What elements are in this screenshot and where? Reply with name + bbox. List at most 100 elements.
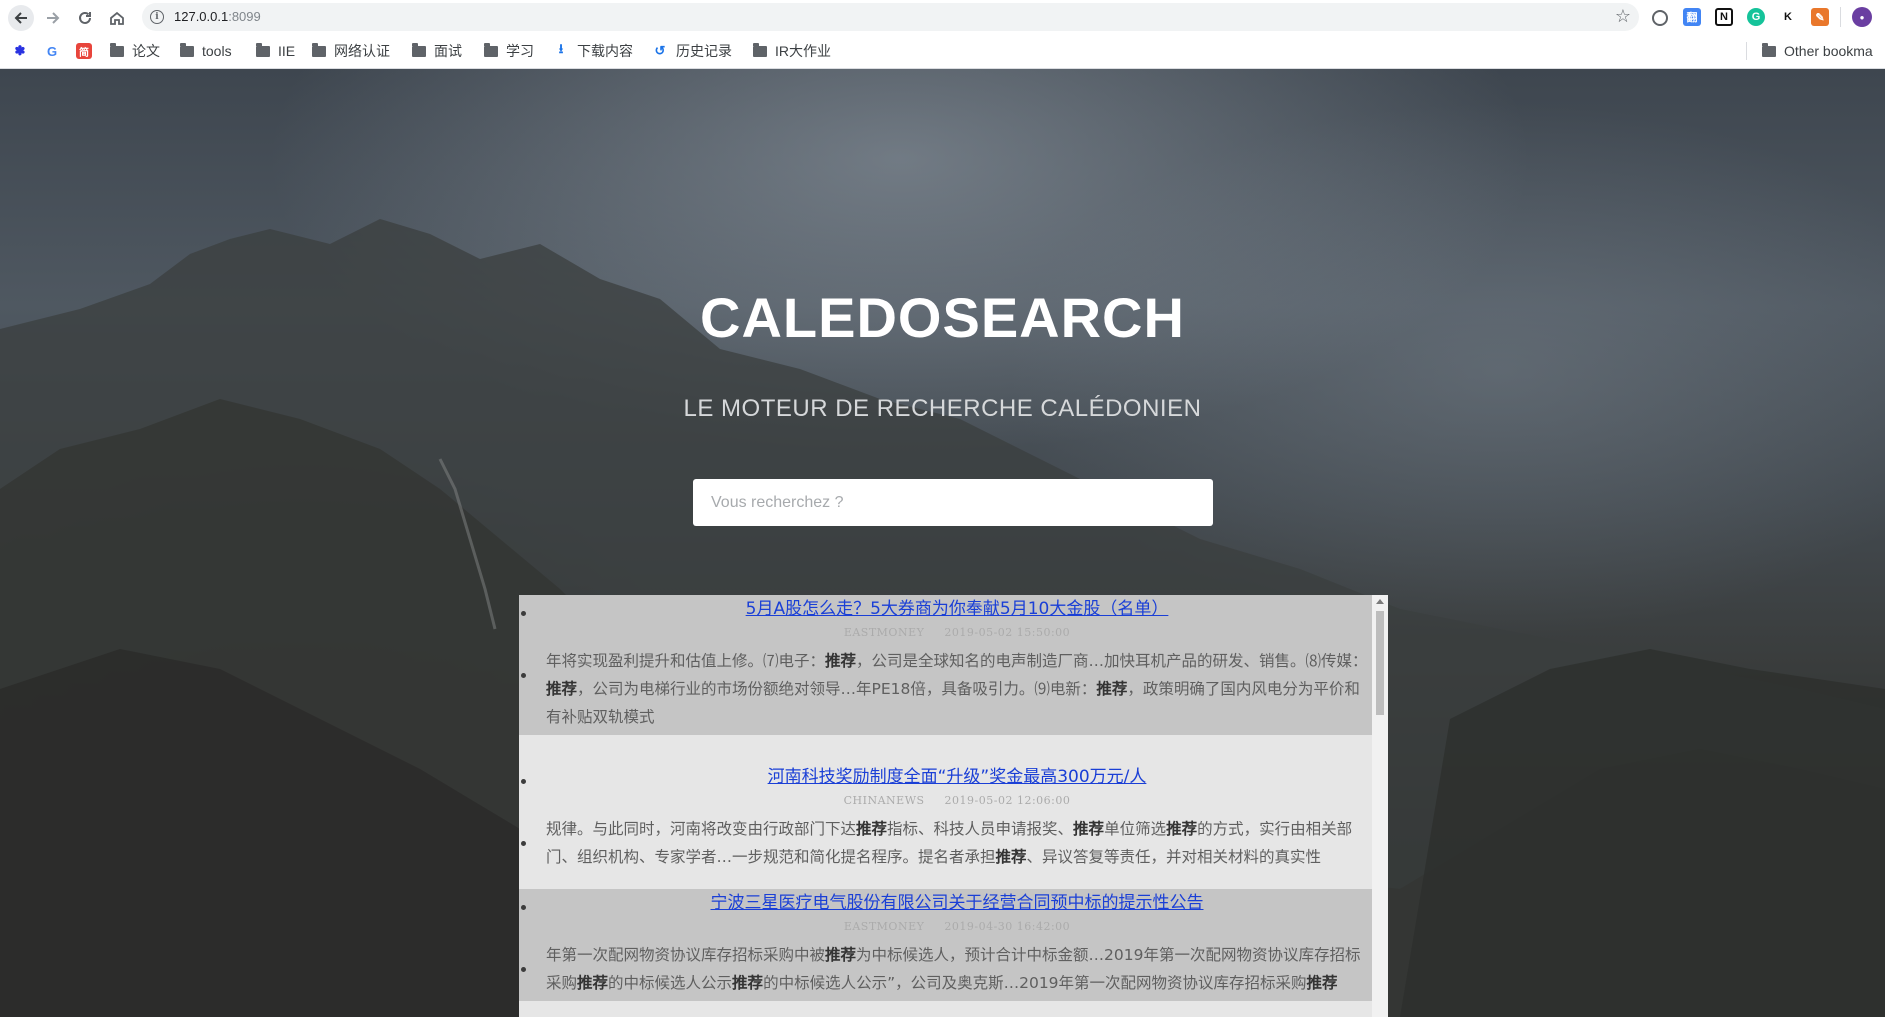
highlight-term: 推荐 — [825, 652, 857, 670]
bookmark-folder-study[interactable]: 学习 — [484, 41, 534, 61]
highlight-term: 推荐 — [1096, 680, 1128, 698]
result-date: 2019-05-02 12:06:00 — [944, 794, 1071, 807]
snippet-text: ，公司是全球知名的电声制造厂商…加快耳机产品的研发、销售。⑻传媒： — [856, 652, 1368, 670]
extension-circle-icon[interactable] — [1652, 10, 1668, 26]
toolbar-divider — [1840, 7, 1841, 27]
grammarly-extension-icon[interactable]: G — [1747, 8, 1765, 26]
bookmark-folder-network-auth[interactable]: 网络认证 — [312, 41, 390, 61]
bookmark-star-icon[interactable]: ☆ — [1615, 6, 1631, 27]
results-scrollbar[interactable] — [1372, 595, 1388, 1017]
result-title-link[interactable]: 5月A股怎么走？5大券商为你奉献5月10大金股（名单） — [546, 595, 1368, 623]
back-button[interactable] — [8, 5, 34, 31]
highlight-term: 推荐 — [577, 974, 609, 992]
bullet — [521, 611, 526, 616]
result-snippet: 年第一次配网物资协议库存招标采购中被推荐为中标候选人，预计合计中标金额…2019… — [546, 937, 1368, 1001]
bookmarks-bar: ✽ G 简 论文 tools IIE 网络认证 面试 学习 ⭳ 下载内容 ↺ 历史记… — [0, 34, 1885, 69]
search-page: CALEDOSEARCH LE MOTEUR DE RECHERCHE CALÉ… — [0, 69, 1885, 1017]
highlight-term: 推荐 — [1073, 820, 1105, 838]
highlight-term: 推荐 — [856, 820, 888, 838]
highlight-term: 推荐 — [825, 946, 857, 964]
home-button[interactable] — [104, 5, 130, 31]
k-extension-icon[interactable]: K — [1779, 8, 1797, 26]
bookmark-folder-interview[interactable]: 面试 — [412, 41, 462, 61]
result-date: 2019-04-30 16:42:00 — [944, 920, 1071, 933]
result-item: 宁波三星医疗电气股份有限公司关于经营合同预中标的提示性公告 EASTMONEY 20… — [519, 889, 1388, 1001]
site-title: CALEDOSEARCH — [700, 286, 1185, 349]
highlight-term: 推荐 — [1306, 974, 1338, 992]
bookmark-downloads[interactable]: ⭳ 下载内容 — [553, 41, 633, 61]
bookmark-folder-other[interactable]: Other bookma — [1762, 41, 1873, 61]
notion-extension-icon[interactable]: N — [1715, 8, 1733, 26]
bookmark-folder-tools[interactable]: tools — [180, 41, 232, 61]
highlight-term: 推荐 — [1166, 820, 1198, 838]
snippet-text: 指标、科技人员申请报奖、 — [887, 820, 1074, 838]
result-source: EASTMONEY — [843, 920, 925, 933]
bullet — [521, 841, 526, 846]
snippet-text: ，公司为电梯行业的市场份额绝对领导…年PE18倍，具备吸引力。⑼电新： — [577, 680, 1097, 698]
address-bar[interactable]: i 127.0.0.1:8099 ☆ — [142, 3, 1639, 31]
home-icon — [110, 11, 124, 25]
result-snippet: 规律。与此同时，河南将改变由行政部门下达推荐指标、科技人员申请报奖、推荐单位筛选… — [546, 811, 1368, 875]
search-input[interactable] — [693, 479, 1213, 526]
result-snippet: 年将实现盈利提升和估值上修。⑺电子：推荐，公司是全球知名的电声制造厂商…加快耳机… — [546, 643, 1368, 735]
profile-avatar[interactable]: ● — [1852, 7, 1872, 27]
result-title-link[interactable]: 河南科技奖励制度全面“升级”奖金最高300万元/人 — [546, 763, 1368, 791]
folder-icon — [753, 42, 767, 57]
result-source: EASTMONEY — [843, 626, 925, 639]
result-meta: EASTMONEY 2019-04-30 16:42:00 — [546, 917, 1368, 937]
snippet-text: 年第一次配网物资协议库存招标采购中被 — [546, 946, 826, 964]
arrow-right-icon — [47, 12, 60, 24]
folder-icon — [412, 42, 426, 57]
scrollbar-thumb[interactable] — [1376, 611, 1384, 715]
reload-button[interactable] — [72, 5, 98, 31]
bookmark-history[interactable]: ↺ 历史记录 — [652, 41, 732, 61]
highlight-term: 推荐 — [546, 680, 578, 698]
site-subtitle: LE MOTEUR DE RECHERCHE CALÉDONIEN — [683, 395, 1202, 422]
bullet — [521, 779, 526, 784]
bookmark-folder-iie[interactable]: IIE — [256, 41, 295, 61]
result-meta: EASTMONEY 2019-05-02 15:50:00 — [546, 623, 1368, 643]
bookmark-baidu[interactable]: ✽ — [12, 41, 36, 61]
bookmark-google[interactable]: G — [44, 41, 68, 61]
google-icon: G — [46, 43, 58, 59]
scroll-up-arrow-icon[interactable] — [1376, 599, 1384, 604]
reload-icon — [79, 11, 91, 24]
folder-icon — [1762, 42, 1776, 57]
folder-icon — [312, 42, 326, 57]
snippet-text: 、异议答复等责任，并对相关材料的真实性 — [1026, 848, 1322, 866]
result-title-link[interactable]: 宁波三星医疗电气股份有限公司关于经营合同预中标的提示性公告 — [546, 889, 1368, 917]
bookmark-label: 论文 — [132, 43, 160, 59]
folder-icon — [180, 42, 194, 57]
red-app-icon: 简 — [76, 43, 92, 59]
highlight-term: 推荐 — [995, 848, 1027, 866]
bookmark-label: tools — [202, 43, 232, 59]
translate-extension-icon[interactable]: 翻 — [1683, 8, 1701, 26]
results-list: 5月A股怎么走？5大券商为你奉献5月10大金股（名单） EASTMONEY 2019… — [519, 595, 1388, 1001]
result-source: CHINANEWS — [843, 794, 925, 807]
url-text: 127.0.0.1:8099 — [174, 9, 261, 24]
results-panel: 5月A股怎么走？5大券商为你奉献5月10大金股（名单） EASTMONEY 2019… — [519, 595, 1388, 1017]
bookmark-red[interactable]: 简 — [76, 41, 100, 61]
edit-extension-icon[interactable]: ✎ — [1811, 8, 1829, 26]
paw-icon: ✽ — [14, 43, 26, 58]
arrow-left-icon — [14, 12, 27, 24]
download-icon: ⭳ — [558, 41, 564, 56]
bookmark-folder-ir-homework[interactable]: IR大作业 — [753, 41, 831, 61]
history-icon: ↺ — [654, 43, 666, 58]
result-meta: CHINANEWS 2019-05-02 12:06:00 — [546, 791, 1368, 811]
snippet-text: 单位筛选 — [1104, 820, 1167, 838]
bullet — [521, 905, 526, 910]
snippet-text: 的中标候选人公示 — [608, 974, 733, 992]
highlight-term: 推荐 — [732, 974, 764, 992]
result-date: 2019-05-02 15:50:00 — [944, 626, 1071, 639]
info-icon[interactable]: i — [150, 10, 164, 24]
bookmark-label: 历史记录 — [676, 43, 732, 59]
bookmark-label: 下载内容 — [577, 43, 633, 59]
bookmark-folder-papers[interactable]: 论文 — [110, 41, 160, 61]
snippet-text: 年将实现盈利提升和估值上修。⑺电子： — [546, 652, 826, 670]
forward-button[interactable] — [40, 5, 66, 31]
snippet-text: 的中标候选人公示”，公司及奥克斯…2019年第一次配网物资协议库存招标采购 — [763, 974, 1307, 992]
browser-toolbar: i 127.0.0.1:8099 ☆ 翻 N G K ✎ ● — [0, 0, 1885, 34]
snippet-text: 规律。与此同时，河南将改变由行政部门下达 — [546, 820, 857, 838]
bookmarks-divider — [1746, 42, 1747, 60]
